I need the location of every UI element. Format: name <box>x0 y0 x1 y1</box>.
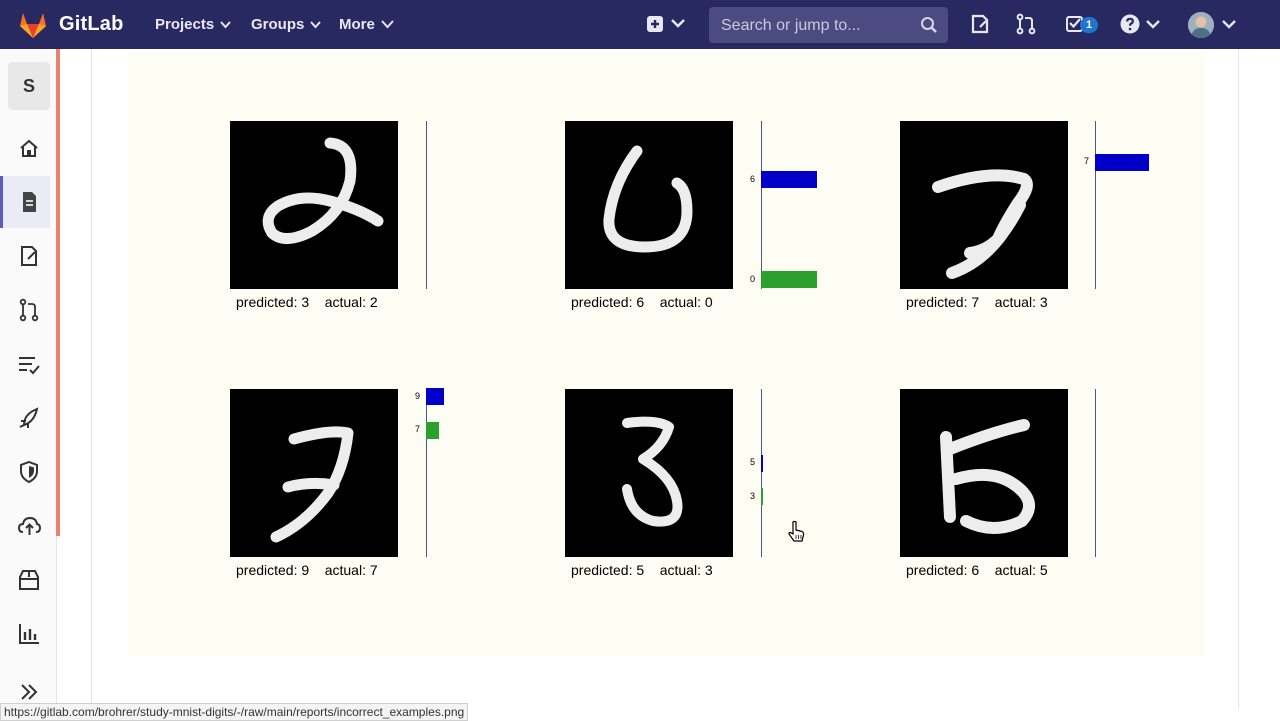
project-avatar[interactable]: S <box>8 62 50 110</box>
bar-label: 3 <box>750 491 756 501</box>
prob-axis-4 <box>426 389 427 557</box>
merge-requests-icon[interactable] <box>1014 12 1038 36</box>
predicted-prob-bar <box>761 171 817 188</box>
sidebar-scroll-accent <box>56 49 60 536</box>
chevron-down-icon <box>310 21 322 29</box>
hand-cursor-icon <box>788 520 805 542</box>
status-bar-url: https://gitlab.com/brohrer/study-mnist-d… <box>0 703 469 721</box>
merge-requests-icon[interactable] <box>14 297 44 323</box>
home-icon[interactable] <box>14 135 44 161</box>
digit-image-6 <box>900 389 1068 557</box>
sidebar-active-indicator <box>0 176 3 228</box>
requirements-icon[interactable] <box>14 351 44 377</box>
groups-label: Groups <box>251 16 305 33</box>
content-border-left <box>91 49 92 709</box>
prob-axis-6 <box>1095 389 1096 557</box>
bar-label: 7 <box>1084 156 1090 166</box>
caption-1: predicted: 3 actual: 2 <box>236 294 378 310</box>
issues-icon[interactable] <box>14 243 44 269</box>
bar-label: 7 <box>415 424 421 434</box>
predicted-prob-bar <box>1095 154 1149 171</box>
chevron-down-icon <box>220 21 231 29</box>
content-border-right <box>1238 49 1239 709</box>
expand-sidebar-icon[interactable] <box>14 679 44 705</box>
projects-menu[interactable]: Projects <box>155 16 231 33</box>
digit-image-2 <box>565 121 733 289</box>
caption-5: predicted: 5 actual: 3 <box>571 562 713 578</box>
search-box[interactable] <box>709 7 948 43</box>
actual-prob-bar <box>761 271 817 288</box>
issues-icon[interactable] <box>968 12 992 36</box>
bar-label: 0 <box>750 274 756 284</box>
brand-name[interactable]: GitLab <box>59 13 124 36</box>
actual-prob-bar <box>761 488 763 505</box>
caption-4: predicted: 9 actual: 7 <box>236 562 378 578</box>
gitlab-logo-icon[interactable] <box>18 11 48 39</box>
predicted-prob-bar <box>426 388 444 405</box>
prob-axis-3 <box>1095 121 1096 289</box>
search-input[interactable] <box>719 14 913 38</box>
caption-6: predicted: 6 actual: 5 <box>906 562 1048 578</box>
digit-image-5 <box>565 389 733 557</box>
caption-3: predicted: 7 actual: 3 <box>906 294 1048 310</box>
help-icon[interactable] <box>1118 12 1142 36</box>
more-label: More <box>339 16 375 33</box>
caption-2: predicted: 6 actual: 0 <box>571 294 713 310</box>
chevron-down-icon <box>381 20 394 29</box>
prob-axis-5 <box>761 389 762 557</box>
top-navbar: GitLab Projects Groups More 1 <box>0 0 1280 49</box>
chevron-down-icon[interactable] <box>668 12 692 36</box>
user-avatar[interactable] <box>1188 12 1214 38</box>
search-icon[interactable] <box>920 16 938 34</box>
bar-label: 5 <box>750 457 756 467</box>
prob-axis-2 <box>761 121 762 289</box>
plus-square-icon[interactable] <box>644 12 668 36</box>
cloud-deploy-icon[interactable] <box>14 513 44 539</box>
bar-label: 9 <box>415 391 421 401</box>
actual-prob-bar <box>426 422 439 439</box>
todos-count-badge: 1 <box>1080 17 1098 33</box>
digit-image-1 <box>230 121 398 289</box>
rocket-icon[interactable] <box>14 405 44 431</box>
package-icon[interactable] <box>14 567 44 593</box>
chevron-down-icon[interactable] <box>1218 12 1242 36</box>
more-menu[interactable]: More <box>339 16 394 33</box>
repository-icon[interactable] <box>14 189 44 215</box>
predicted-prob-bar <box>761 455 763 472</box>
prob-axis-1 <box>426 121 427 289</box>
chevron-down-icon[interactable] <box>1142 12 1166 36</box>
bar-label: 6 <box>750 174 756 184</box>
projects-label: Projects <box>155 16 215 33</box>
analytics-icon[interactable] <box>14 621 44 647</box>
user-avatar-image <box>1188 12 1214 38</box>
digit-image-4 <box>230 389 398 557</box>
shield-icon[interactable] <box>14 459 44 485</box>
digit-image-3 <box>900 121 1068 289</box>
groups-menu[interactable]: Groups <box>251 16 322 33</box>
